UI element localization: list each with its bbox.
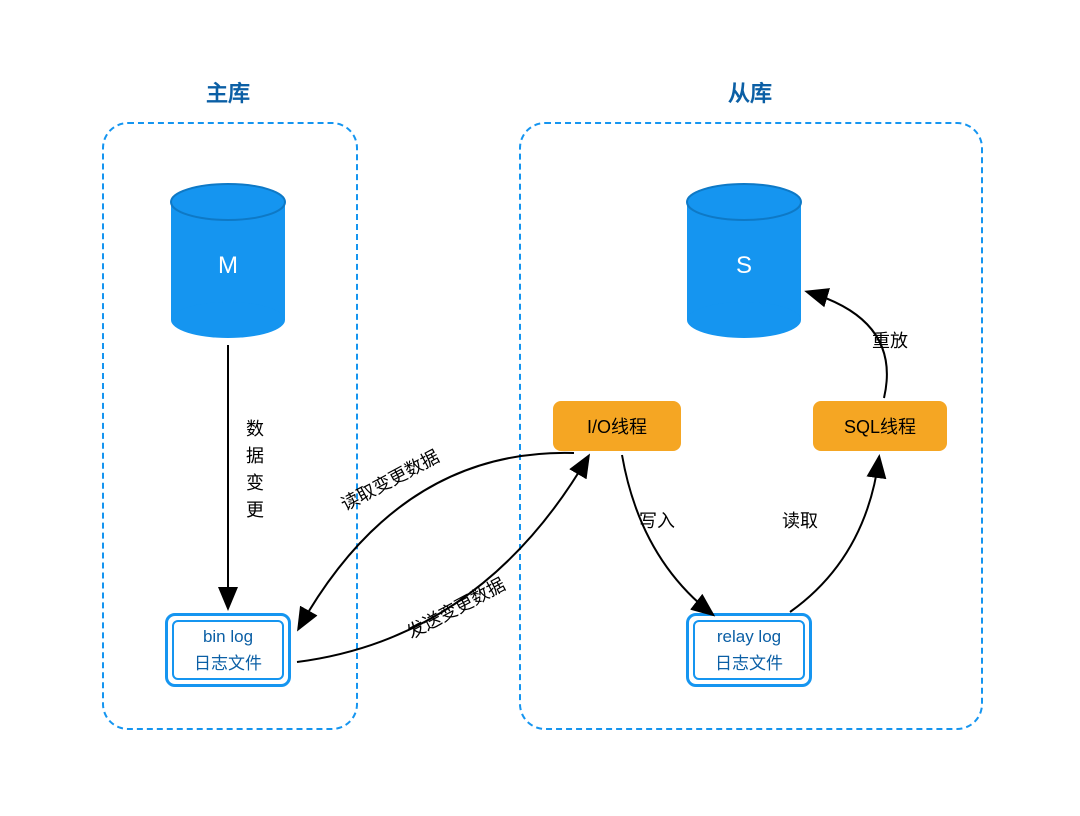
label-send-changes: 发送变更数据	[402, 571, 510, 645]
slave-db-icon: S	[685, 182, 803, 340]
binlog-line1: bin log	[203, 627, 253, 647]
io-thread-box: I/O线程	[553, 401, 681, 451]
relaylog-box: relay log 日志文件	[686, 613, 812, 687]
master-title: 主库	[198, 76, 258, 108]
relaylog-line1: relay log	[717, 627, 781, 647]
master-db-label: M	[169, 252, 287, 280]
label-data-change: 数 据 变 更	[246, 416, 264, 524]
label-replay: 重放	[872, 327, 908, 353]
binlog-line2: 日志文件	[194, 649, 262, 674]
sql-thread-label: SQL线程	[844, 413, 916, 439]
io-thread-label: I/O线程	[587, 413, 647, 439]
relaylog-line2: 日志文件	[715, 649, 783, 674]
binlog-box: bin log 日志文件	[165, 613, 291, 687]
sql-thread-box: SQL线程	[813, 401, 947, 451]
master-db-icon: M	[169, 182, 287, 340]
slave-db-label: S	[685, 252, 803, 280]
label-write: 写入	[639, 507, 675, 533]
label-read: 读取	[782, 507, 818, 533]
slave-title: 从库	[720, 76, 780, 108]
